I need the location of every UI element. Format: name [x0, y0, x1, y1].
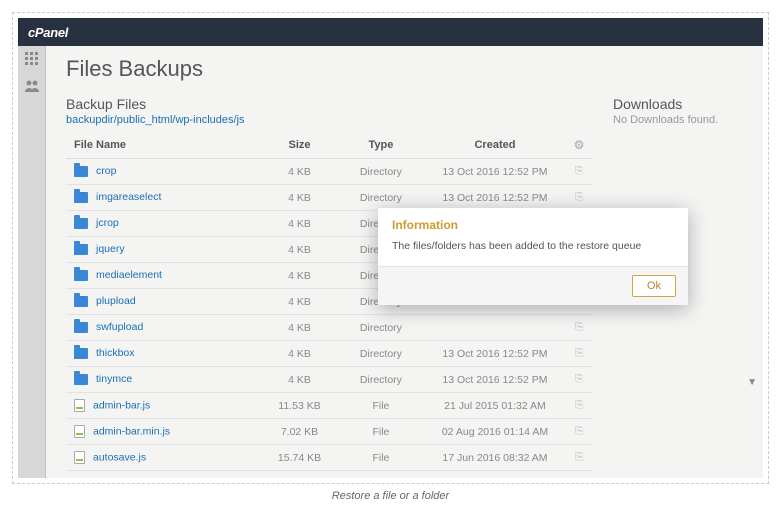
downloads-heading: Downloads — [613, 96, 743, 112]
cell-type: Directory — [338, 367, 425, 393]
cell-size: 4 KB — [262, 315, 338, 341]
col-size[interactable]: Size — [262, 132, 338, 159]
downloads-empty: No Downloads found. — [613, 114, 743, 126]
cell-type: File — [338, 445, 425, 471]
cell-size: 4 KB — [262, 211, 338, 237]
row-action-icon[interactable]: ⎘ — [575, 451, 583, 463]
cell-size: 4 KB — [262, 237, 338, 263]
cell-size: 4 KB — [262, 289, 338, 315]
file-link[interactable]: tinymce — [96, 374, 132, 386]
cell-created: 21 Jul 2015 01:32 AM — [424, 393, 565, 419]
cell-type: Directory — [338, 159, 425, 185]
table-row[interactable]: admin-bar.js 11.53 KBFile21 Jul 2015 01:3… — [66, 393, 593, 419]
file-icon — [74, 425, 85, 438]
row-action-icon[interactable]: ⎘ — [575, 399, 583, 411]
folder-icon — [74, 192, 88, 203]
brand-logo: cPanel — [28, 25, 68, 40]
folder-icon — [74, 270, 88, 281]
file-link[interactable]: autosave.js — [93, 452, 146, 464]
cell-type: Directory — [338, 315, 425, 341]
row-action-icon[interactable]: ⎘ — [575, 373, 583, 385]
cell-size: 4 KB — [262, 185, 338, 211]
file-link[interactable]: admin-bar.js — [93, 400, 150, 412]
row-action-icon[interactable]: ⎘ — [575, 321, 583, 333]
cell-created: 13 Oct 2016 12:52 PM — [424, 341, 565, 367]
cell-created — [424, 315, 565, 341]
modal-title: Information — [378, 208, 688, 236]
cell-type: Directory — [338, 185, 425, 211]
col-type[interactable]: Type — [338, 132, 425, 159]
file-link[interactable]: plupload — [96, 296, 136, 308]
cell-size: 4 KB — [262, 159, 338, 185]
cell-created: 13 Oct 2016 12:52 PM — [424, 185, 565, 211]
row-action-icon[interactable]: ⎘ — [575, 191, 583, 203]
breadcrumb[interactable]: backupdir/public_html/wp-includes/js — [66, 114, 593, 126]
folder-icon — [74, 348, 88, 359]
users-icon[interactable] — [24, 79, 40, 96]
folder-icon — [74, 322, 88, 333]
table-row[interactable]: crop 4 KBDirectory13 Oct 2016 12:52 PM ⎘ — [66, 159, 593, 185]
folder-icon — [74, 166, 88, 177]
table-row[interactable]: admin-bar.min.js 7.02 KBFile02 Aug 2016 0… — [66, 419, 593, 445]
table-row[interactable]: thickbox 4 KBDirectory13 Oct 2016 12:52 P… — [66, 341, 593, 367]
folder-icon — [74, 244, 88, 255]
file-link[interactable]: jquery — [96, 244, 125, 256]
folder-icon — [74, 374, 88, 385]
col-created[interactable]: Created — [424, 132, 565, 159]
sidebar — [18, 46, 46, 478]
grid-icon[interactable] — [25, 52, 39, 69]
cell-size: 11.53 KB — [262, 393, 338, 419]
cell-size: 4 KB — [262, 367, 338, 393]
backup-heading: Backup Files — [66, 96, 593, 112]
scroll-down-icon[interactable]: ▼ — [747, 377, 757, 388]
file-link[interactable]: admin-bar.min.js — [93, 426, 170, 438]
row-action-icon[interactable]: ⎘ — [575, 425, 583, 437]
table-row[interactable]: autosave.js 15.74 KBFile17 Jun 2016 08:32… — [66, 445, 593, 471]
cell-created: 13 Oct 2016 12:52 PM — [424, 367, 565, 393]
cell-type: File — [338, 393, 425, 419]
cell-created: 13 Oct 2016 12:52 PM — [424, 159, 565, 185]
cell-created: 02 Aug 2016 01:14 AM — [424, 419, 565, 445]
cell-size: 15.74 KB — [262, 445, 338, 471]
modal-message: The files/folders has been added to the … — [378, 236, 688, 266]
table-row[interactable]: imgareaselect 4 KBDirectory13 Oct 2016 12… — [66, 185, 593, 211]
row-action-icon[interactable]: ⎘ — [575, 347, 583, 359]
cell-type: Directory — [338, 341, 425, 367]
file-link[interactable]: mediaelement — [96, 270, 162, 282]
cell-size: 4 KB — [262, 263, 338, 289]
table-row[interactable]: tinymce 4 KBDirectory13 Oct 2016 12:52 PM… — [66, 367, 593, 393]
row-action-icon[interactable]: ⎘ — [575, 165, 583, 177]
file-link[interactable]: thickbox — [96, 348, 135, 360]
topbar: cPanel — [18, 18, 763, 46]
file-link[interactable]: crop — [96, 166, 116, 178]
file-link[interactable]: swfupload — [96, 322, 143, 334]
file-icon — [74, 451, 85, 464]
table-row[interactable]: swfupload 4 KBDirectory ⎘ — [66, 315, 593, 341]
gear-icon[interactable]: ⚙ — [574, 138, 585, 152]
file-icon — [74, 399, 85, 412]
cell-created: 17 Jun 2016 08:32 AM — [424, 445, 565, 471]
cell-type: File — [338, 419, 425, 445]
col-filename[interactable]: File Name — [66, 132, 262, 159]
folder-icon — [74, 218, 88, 229]
file-link[interactable]: jcrop — [96, 218, 119, 230]
app-window: cPanel Files Backups Backup Files backup… — [18, 18, 763, 478]
ok-button[interactable]: Ok — [632, 275, 676, 297]
figure-caption: Restore a file or a folder — [12, 484, 769, 502]
file-link[interactable]: imgareaselect — [96, 192, 161, 204]
info-modal: Information The files/folders has been a… — [378, 208, 688, 305]
folder-icon — [74, 296, 88, 307]
cell-size: 4 KB — [262, 341, 338, 367]
page-title: Files Backups — [66, 56, 743, 82]
cell-size: 7.02 KB — [262, 419, 338, 445]
